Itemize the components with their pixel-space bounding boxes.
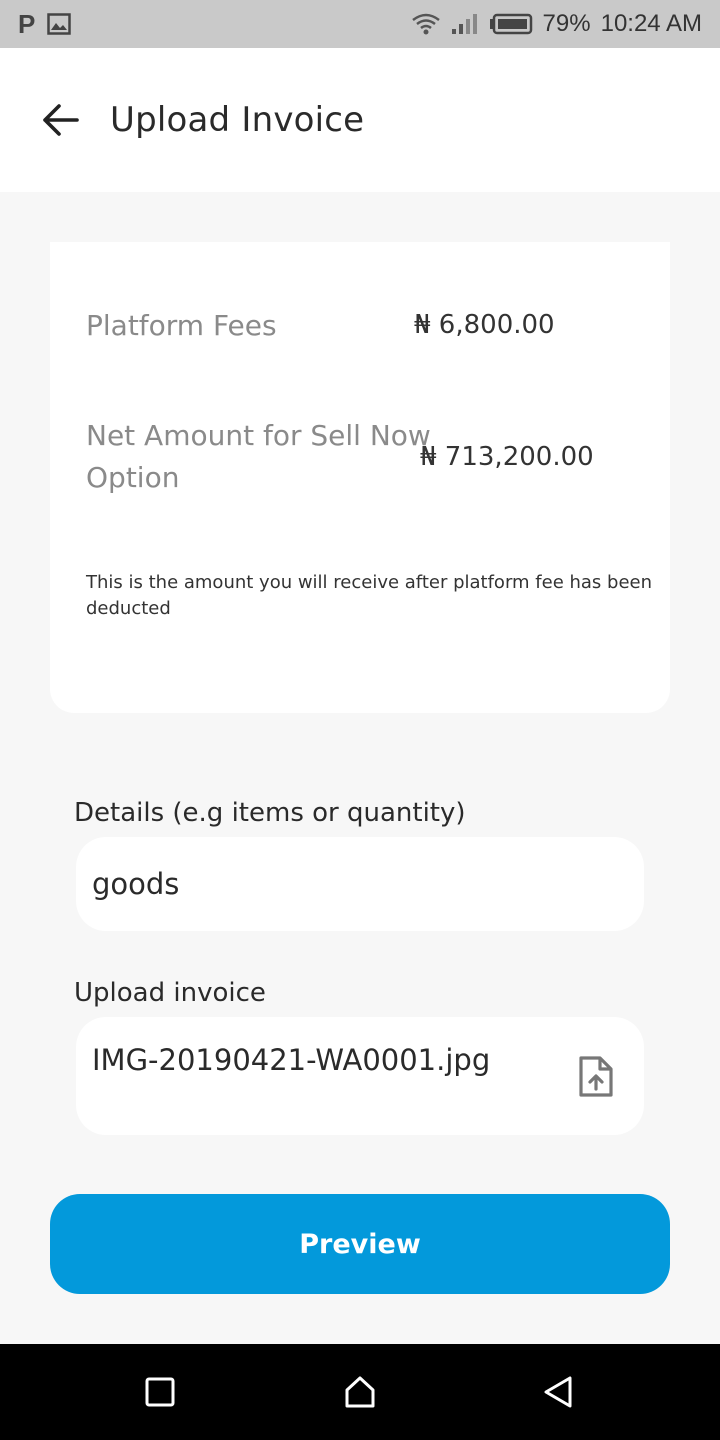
upload-invoice-input[interactable]: IMG-20190421-WA0001.jpg: [76, 1017, 644, 1135]
recent-apps-icon[interactable]: [140, 1372, 180, 1412]
fee-note: This is the amount you will receive afte…: [86, 572, 653, 619]
wifi-icon: [411, 13, 440, 35]
app-bar: Upload Invoice: [0, 48, 720, 192]
battery-icon: [489, 13, 532, 35]
arrow-left-icon: [43, 104, 79, 136]
summary-card: Platform Fees ₦ 6,800.00 Net Amount for …: [50, 242, 670, 713]
image-icon: [47, 13, 72, 35]
details-input[interactable]: goods: [76, 837, 644, 931]
clock: 10:24 AM: [600, 10, 702, 37]
net-amount-label: Net Amount for Sell Now Option: [86, 419, 431, 494]
status-bar: P 79% 10:24 AM: [0, 0, 720, 48]
upload-invoice-label: Upload invoice: [74, 978, 266, 1008]
back-button[interactable]: [38, 98, 82, 142]
platform-fees-value: ₦ 6,800.00: [414, 310, 555, 340]
status-left: P: [18, 8, 72, 40]
back-triangle-icon[interactable]: [538, 1372, 578, 1412]
preview-button[interactable]: Preview: [50, 1194, 670, 1294]
system-nav-bar: [0, 1344, 720, 1440]
status-right: 79% 10:24 AM: [411, 10, 702, 38]
platform-fees-label: Platform Fees: [86, 309, 277, 342]
file-upload-icon[interactable]: [576, 1055, 616, 1099]
details-label: Details (e.g items or quantity): [74, 798, 466, 828]
upload-filename: IMG-20190421-WA0001.jpg: [92, 1043, 491, 1077]
battery-percent: 79%: [542, 10, 591, 37]
p-icon: P: [18, 8, 36, 39]
home-icon[interactable]: [340, 1372, 380, 1412]
signal-icon: [451, 14, 477, 34]
net-amount-value: ₦ 713,200.00: [420, 442, 594, 472]
details-value: goods: [92, 867, 180, 901]
page-title: Upload Invoice: [110, 100, 365, 140]
